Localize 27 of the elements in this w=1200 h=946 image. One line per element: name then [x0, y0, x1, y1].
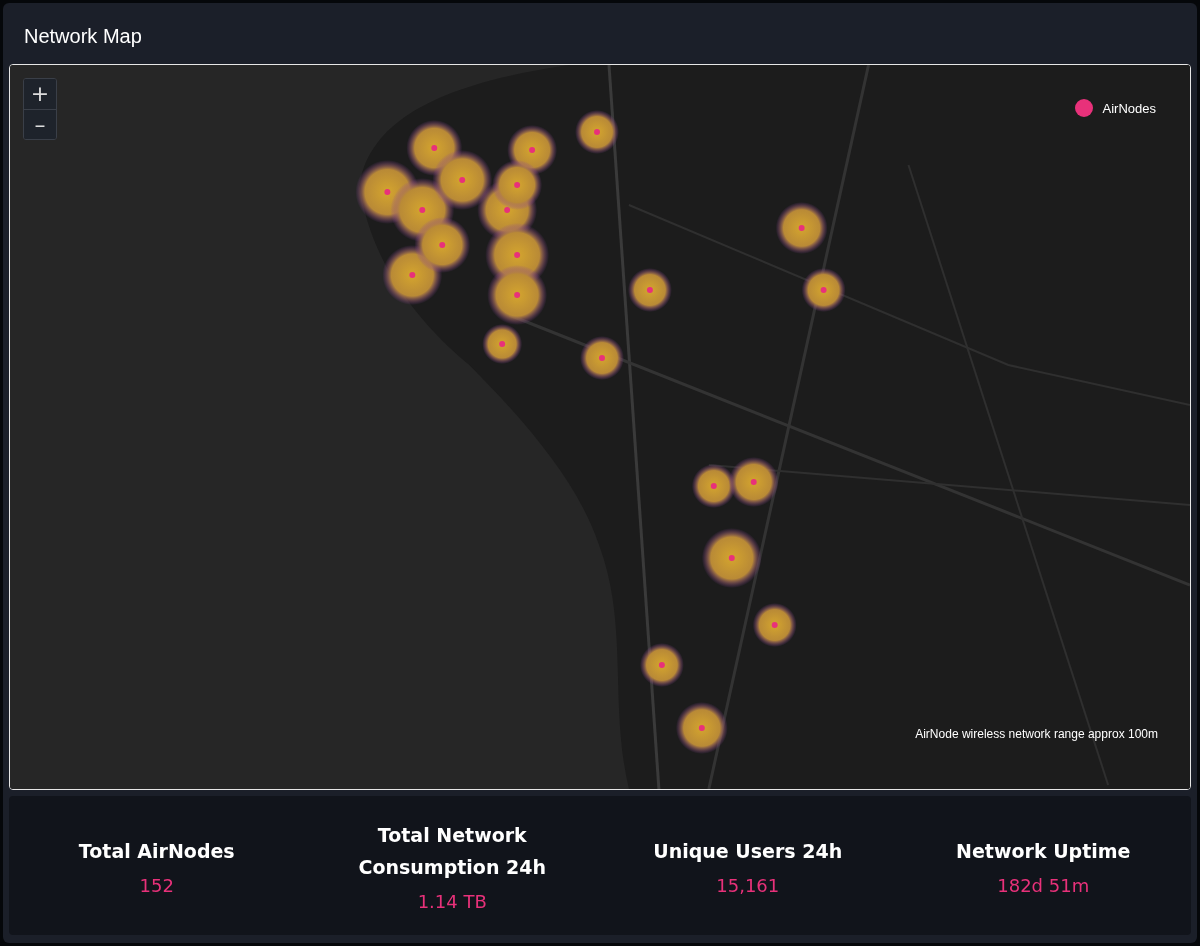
map-note: AirNode wireless network range approx 100m [915, 727, 1158, 741]
stat-label: Total AirNodes [78, 838, 235, 864]
stat-label: Network Uptime [956, 838, 1131, 864]
coverage-area [701, 528, 762, 588]
coverage-area [675, 702, 728, 754]
stat-label: Unique Users 24h [653, 838, 843, 864]
coverage-area [775, 202, 828, 254]
zoom-out-button[interactable]: – [24, 109, 56, 139]
coverage-area [691, 464, 736, 508]
coverage-area [627, 268, 672, 312]
panel-title: Network Map [23, 24, 143, 49]
coverage-area [801, 268, 846, 312]
stat-value: 15,161 [716, 875, 780, 897]
coverage-area [432, 150, 493, 210]
stat-value: 152 [139, 875, 174, 897]
coverage-area [492, 160, 543, 210]
stat-value: 182d 51m [997, 875, 1090, 897]
coverage-area [728, 457, 779, 507]
coverage-area [580, 336, 624, 380]
zoom-in-button[interactable]: + [24, 79, 56, 109]
stat-label: Total Network Consumption 24h [357, 822, 547, 880]
coverage-area [639, 643, 684, 687]
coverage-area [752, 603, 797, 647]
coverage-area [414, 217, 471, 273]
legend-label: AirNodes [1102, 100, 1156, 116]
coverage-area [575, 110, 619, 154]
stat-value: 1.14 TB [417, 891, 487, 913]
